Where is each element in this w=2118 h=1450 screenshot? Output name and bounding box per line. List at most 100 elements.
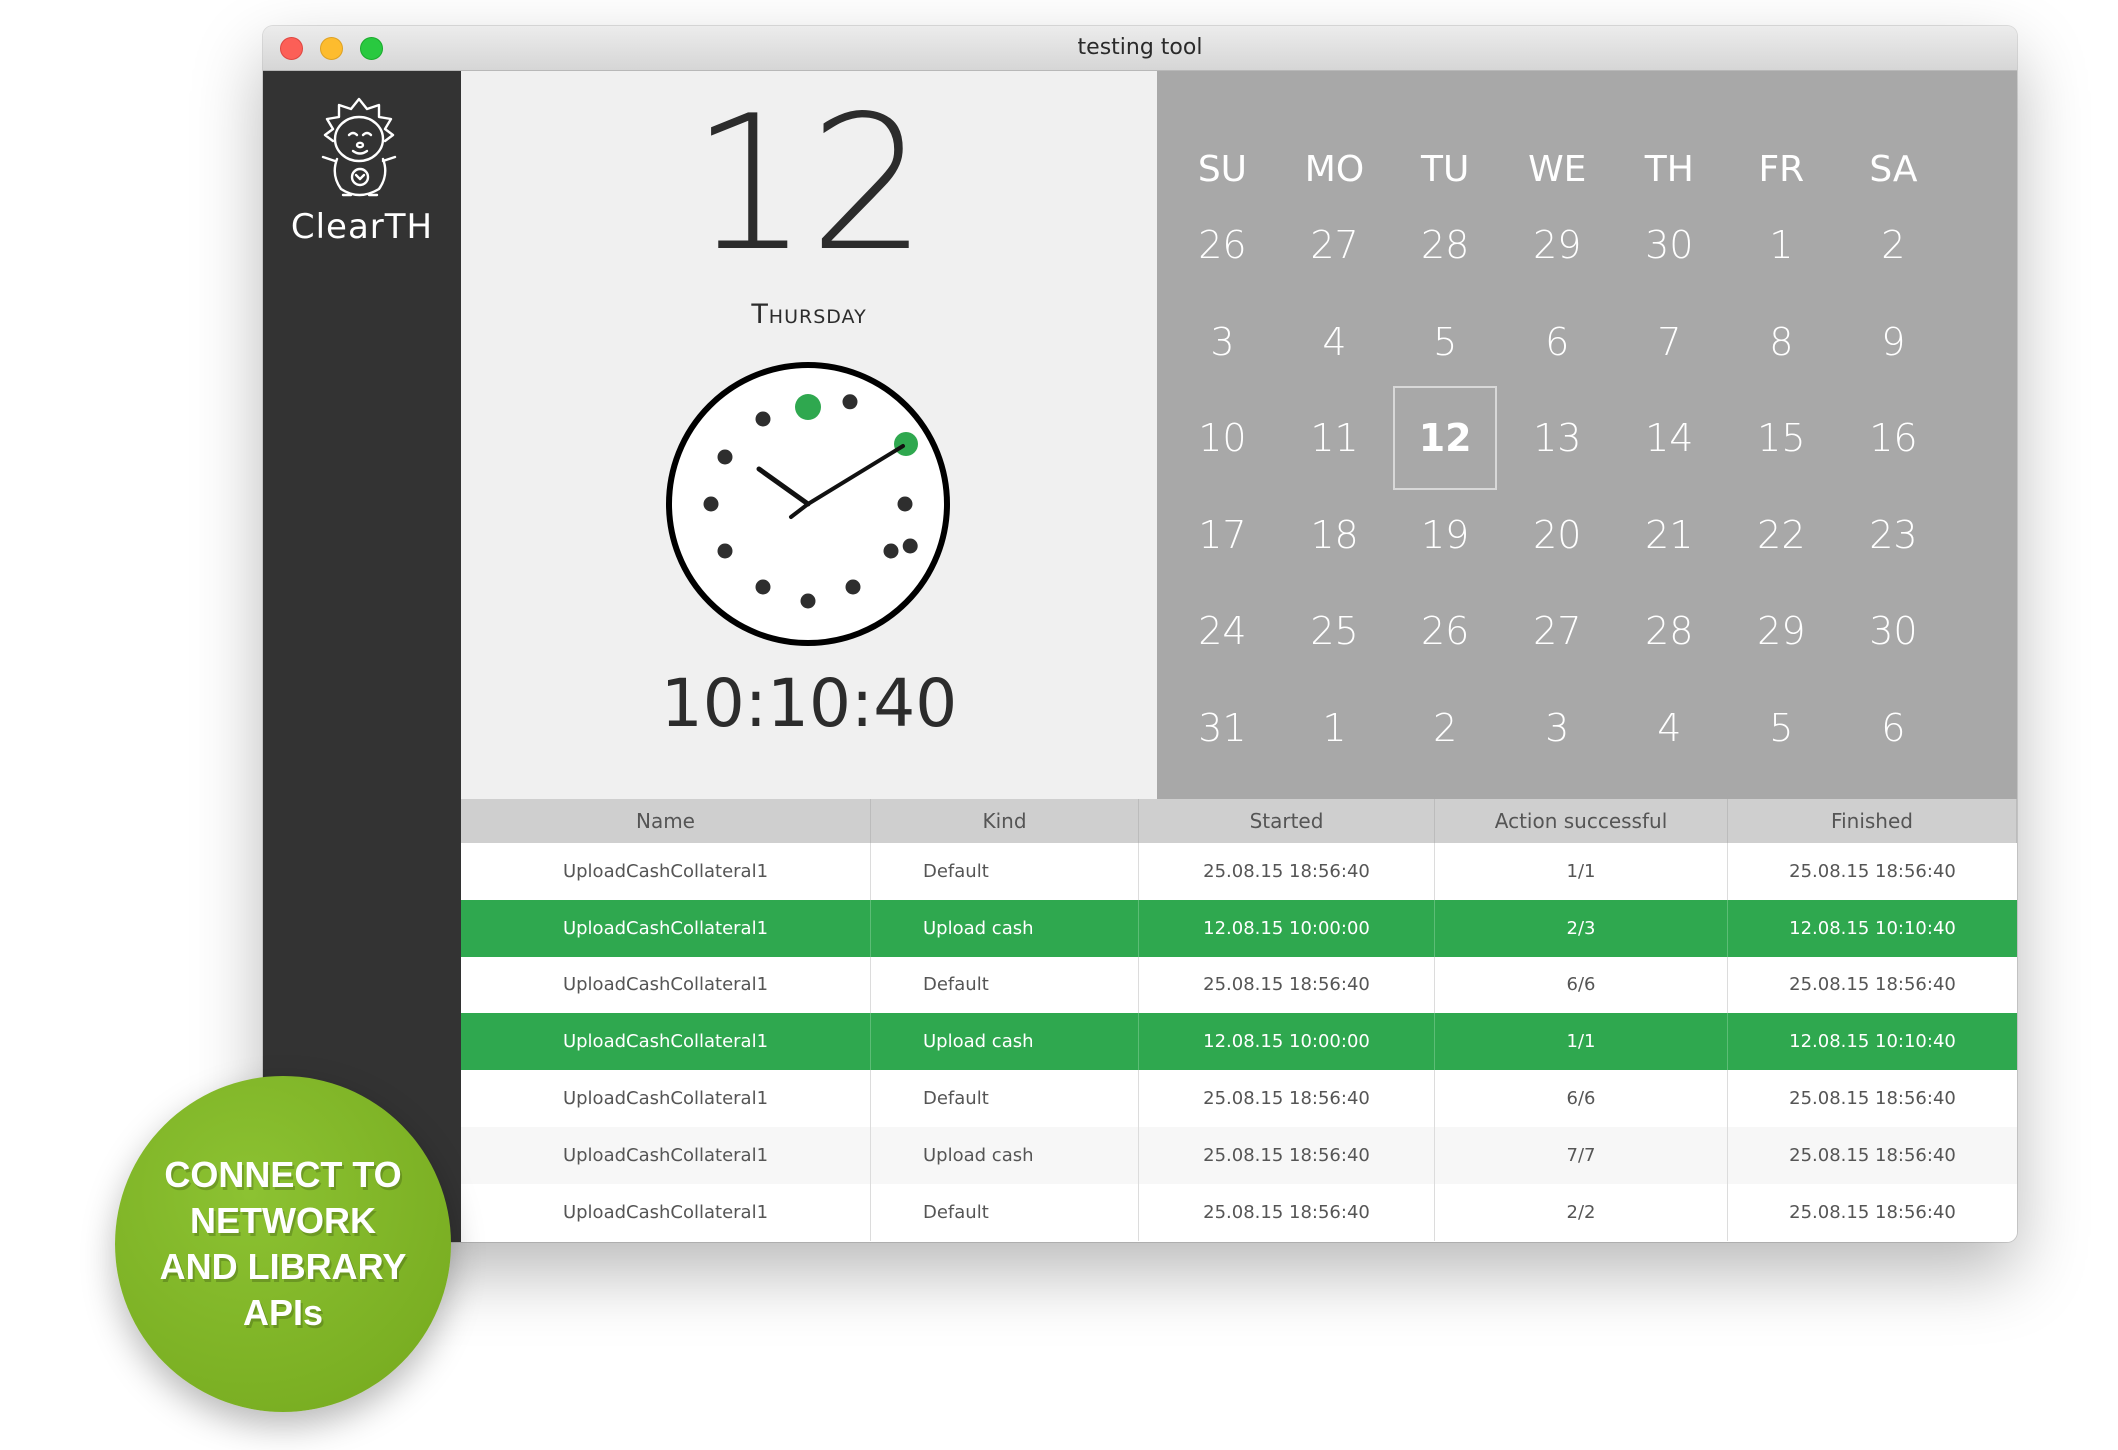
- weekday-header: TU: [1421, 149, 1470, 190]
- calendar-day[interactable]: 27: [1279, 197, 1391, 293]
- calendar-day[interactable]: 28: [1613, 583, 1725, 679]
- analog-clock-icon: [666, 362, 950, 646]
- calendar-day[interactable]: 3: [1166, 294, 1278, 390]
- calendar-day[interactable]: 6: [1501, 294, 1613, 390]
- calendar-day[interactable]: 2: [1389, 680, 1501, 776]
- digital-time: 10:10:40: [660, 665, 958, 742]
- table-cell-kind: Upload cash: [871, 1013, 1139, 1071]
- table-cell-name: UploadCashCollateral1: [461, 1013, 871, 1071]
- table-row[interactable]: UploadCashCollateral1 Upload cash 25.08.15…: [461, 1127, 2017, 1184]
- column-header[interactable]: Kind: [871, 799, 1139, 843]
- calendar-day[interactable]: 20: [1501, 487, 1613, 583]
- calendar-day[interactable]: 1: [1279, 680, 1391, 776]
- column-header[interactable]: Action successful: [1435, 799, 1728, 843]
- calendar-day[interactable]: 13: [1501, 390, 1613, 486]
- app-window: testing tool ClearTH 12 Thursday 10:10:4…: [263, 26, 2017, 1242]
- table-cell-kind: Default: [871, 843, 1139, 900]
- window-title: testing tool: [1077, 35, 1203, 60]
- calendar-day[interactable]: 24: [1166, 583, 1278, 679]
- hedgehog-logo-icon: [321, 97, 397, 197]
- table-cell-finished: 25.08.15 18:56:40: [1789, 1201, 1956, 1223]
- column-header[interactable]: Started: [1139, 799, 1435, 843]
- table-row[interactable]: UploadCashCollateral1 Default 25.08.15 18:…: [461, 1070, 2017, 1127]
- table-row[interactable]: UploadCashCollateral1 Default 25.08.15 18:…: [461, 1183, 2017, 1241]
- column-header[interactable]: Finished: [1728, 799, 2017, 843]
- calendar-day[interactable]: 5: [1389, 294, 1501, 390]
- weekday-header: FR: [1758, 149, 1805, 190]
- table-cell-success: 6/6: [1435, 956, 1728, 1014]
- calendar-day[interactable]: 5: [1725, 680, 1837, 776]
- table-cell-finished: 12.08.15 10:10:40: [1789, 917, 1956, 939]
- brand-name: ClearTH: [290, 207, 434, 247]
- weekday-header: TH: [1644, 149, 1694, 190]
- calendar-day[interactable]: 28: [1389, 197, 1501, 293]
- table-cell-started: 25.08.15 18:56:40: [1139, 1183, 1435, 1241]
- table-cell-kind: Upload cash: [871, 899, 1139, 957]
- table-row[interactable]: UploadCashCollateral1 Default 25.08.15 18:…: [461, 843, 2017, 900]
- calendar-day[interactable]: 4: [1279, 294, 1391, 390]
- calendar-day[interactable]: 3: [1501, 680, 1613, 776]
- table-cell-finished: 25.08.15 18:56:40: [1789, 1088, 1956, 1110]
- calendar-day[interactable]: 31: [1166, 680, 1278, 776]
- table-cell-started: 25.08.15 18:56:40: [1139, 843, 1435, 900]
- table-cell-kind: Default: [871, 1183, 1139, 1241]
- calendar-day[interactable]: 14: [1613, 390, 1725, 486]
- date-panel: 12 Thursday 10:10:40: [461, 71, 1157, 799]
- calendar-day[interactable]: 26: [1389, 583, 1501, 679]
- column-header[interactable]: Name: [461, 799, 871, 843]
- feature-badge: CONNECT TO NETWORK AND LIBRARY APIs: [115, 1076, 451, 1412]
- month-calendar: SU MO TU WE TH FR SA 26 27 28 29 30 1 2 3 4 5 6 7 8 9 10 11 12 1…: [1157, 71, 2017, 799]
- calendar-day[interactable]: 10: [1166, 390, 1278, 486]
- calendar-day[interactable]: 11: [1279, 390, 1391, 486]
- calendar-day[interactable]: 30: [1613, 197, 1725, 293]
- current-day-number: 12: [690, 75, 928, 292]
- calendar-day[interactable]: 22: [1725, 487, 1837, 583]
- table-cell-name: UploadCashCollateral1: [461, 1127, 871, 1184]
- calendar-day[interactable]: 26: [1166, 197, 1278, 293]
- calendar-day[interactable]: 30: [1837, 583, 1949, 679]
- table-row[interactable]: UploadCashCollateral1 Upload cash 12.08.15…: [461, 899, 2017, 957]
- table-cell-started: 25.08.15 18:56:40: [1139, 1127, 1435, 1184]
- calendar-day[interactable]: 21: [1613, 487, 1725, 583]
- calendar-day[interactable]: 8: [1725, 294, 1837, 390]
- table-row[interactable]: UploadCashCollateral1 Default 25.08.15 18:…: [461, 956, 2017, 1014]
- table-cell-success: 1/1: [1435, 843, 1728, 900]
- table-cell-name: UploadCashCollateral1: [461, 956, 871, 1014]
- table-cell-finished: 12.08.15 10:10:40: [1789, 1031, 1956, 1053]
- calendar-day[interactable]: 1: [1725, 197, 1837, 293]
- calendar-day[interactable]: 15: [1725, 390, 1837, 486]
- table-cell-finished: 25.08.15 18:56:40: [1789, 974, 1956, 996]
- calendar-day[interactable]: 19: [1389, 487, 1501, 583]
- table-cell-kind: Default: [871, 956, 1139, 1014]
- calendar-day[interactable]: 23: [1837, 487, 1949, 583]
- calendar-day[interactable]: 6: [1837, 680, 1949, 776]
- table-cell-name: UploadCashCollateral1: [461, 1183, 871, 1241]
- calendar-day[interactable]: 7: [1613, 294, 1725, 390]
- table-cell-started: 12.08.15 10:00:00: [1139, 899, 1435, 957]
- calendar-day[interactable]: 9: [1837, 294, 1949, 390]
- table-cell-started: 12.08.15 10:00:00: [1139, 1013, 1435, 1071]
- table-header-row: Name Kind Started Action successful Finished: [461, 799, 2017, 843]
- weekday-header: WE: [1528, 149, 1587, 190]
- table-cell-started: 25.08.15 18:56:40: [1139, 1070, 1435, 1127]
- calendar-day[interactable]: 29: [1501, 197, 1613, 293]
- calendar-day[interactable]: 29: [1725, 583, 1837, 679]
- calendar-day[interactable]: 2: [1837, 197, 1949, 293]
- title-bar: testing tool: [263, 26, 2017, 71]
- calendar-day[interactable]: 16: [1837, 390, 1949, 486]
- table-cell-success: 7/7: [1435, 1127, 1728, 1184]
- table-cell-name: UploadCashCollateral1: [461, 899, 871, 957]
- calendar-day[interactable]: 18: [1279, 487, 1391, 583]
- table-cell-success: 1/1: [1435, 1013, 1728, 1071]
- table-cell-success: 6/6: [1435, 1070, 1728, 1127]
- table-cell-finished: 25.08.15 18:56:40: [1789, 1144, 1956, 1166]
- calendar-day[interactable]: 27: [1501, 583, 1613, 679]
- table-row[interactable]: UploadCashCollateral1 Upload cash 12.08.15…: [461, 1013, 2017, 1071]
- calendar-day[interactable]: 4: [1613, 680, 1725, 776]
- table-cell-kind: Default: [871, 1070, 1139, 1127]
- weekday-header: SU: [1197, 149, 1248, 190]
- table-cell-name: UploadCashCollateral1: [461, 1070, 871, 1127]
- calendar-day[interactable]: 17: [1166, 487, 1278, 583]
- calendar-day[interactable]: 25: [1279, 583, 1391, 679]
- calendar-day-selected[interactable]: 12: [1393, 386, 1498, 490]
